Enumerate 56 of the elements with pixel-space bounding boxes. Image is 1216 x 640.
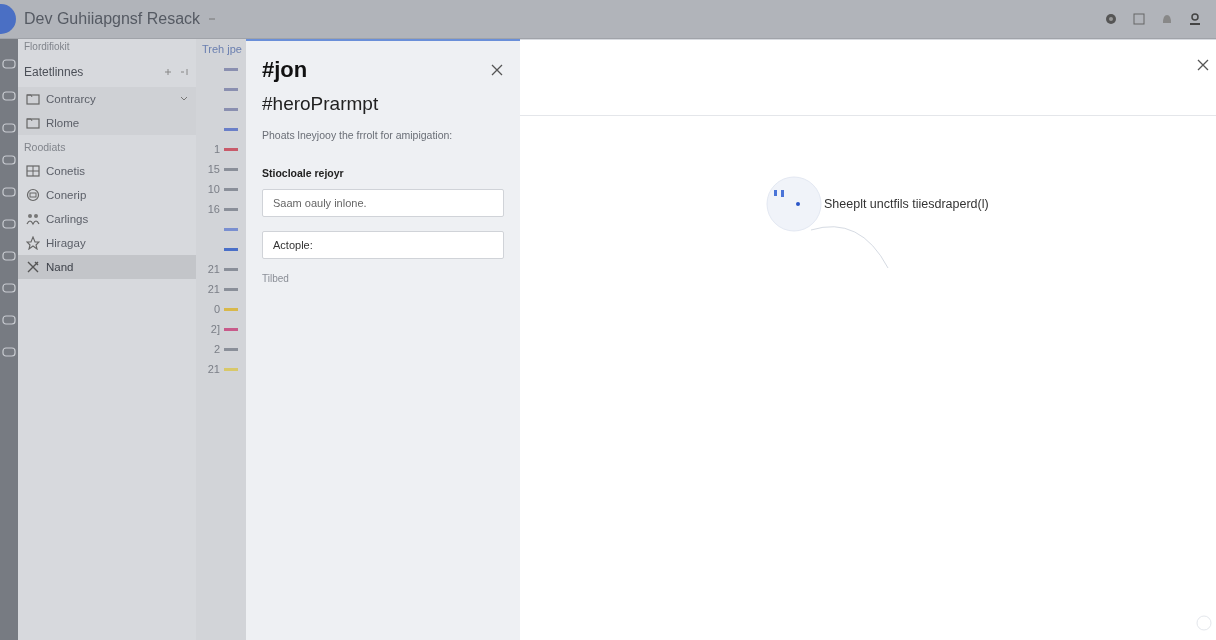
sidebar-item[interactable]: Contrarcy xyxy=(18,87,196,111)
chevron-icon[interactable] xyxy=(180,96,188,102)
grid-icon xyxy=(26,164,40,178)
line-number: 2 xyxy=(212,343,220,355)
close-icon[interactable] xyxy=(1196,58,1210,72)
actions-icon[interactable] xyxy=(164,67,190,77)
nav-icon[interactable] xyxy=(2,121,16,135)
line-number: 21 xyxy=(206,263,220,275)
line-number: 21 xyxy=(206,363,220,375)
app-title: Dev Guhiiapgnsf Resack xyxy=(24,10,201,28)
square-icon[interactable] xyxy=(1132,12,1146,26)
nav-icon[interactable] xyxy=(2,57,16,71)
nav-icon[interactable] xyxy=(2,217,16,231)
line-number: 10 xyxy=(206,183,220,195)
disk-icon xyxy=(26,188,40,202)
sidebar-item[interactable]: Nand xyxy=(18,255,196,279)
status-text: Sheeplt unctfils tiiesdraperd(l) xyxy=(824,197,989,211)
people-icon xyxy=(26,212,40,226)
bell-icon[interactable] xyxy=(1160,12,1174,26)
sidebar-item[interactable]: Rlome xyxy=(18,111,196,135)
panel-title: #jon xyxy=(262,57,308,83)
user-icon[interactable] xyxy=(1188,12,1202,26)
hint-text: Tilbed xyxy=(262,273,290,284)
spinner-drawing xyxy=(766,176,822,232)
line-number: 2] xyxy=(209,323,220,335)
input-field[interactable]: Actople: xyxy=(262,231,504,259)
nav-icon[interactable] xyxy=(2,281,16,295)
sidebar-item[interactable]: Conerip xyxy=(18,183,196,207)
folder-icon xyxy=(26,116,40,130)
line-number: 15 xyxy=(206,163,220,175)
gear-icon[interactable] xyxy=(1104,12,1118,26)
line-number: 1 xyxy=(212,143,220,155)
close-icon[interactable] xyxy=(490,63,504,77)
sidebar-item[interactable]: Hiragay xyxy=(18,231,196,255)
tools-icon xyxy=(26,260,40,274)
field-label: Stiocloale rejoyr xyxy=(262,167,345,179)
nav-icon[interactable] xyxy=(2,345,16,359)
line-number: 21 xyxy=(206,283,220,295)
nav-icon[interactable] xyxy=(2,89,16,103)
input-field[interactable]: Saam oauly inlone. xyxy=(262,189,504,217)
nav-icon[interactable] xyxy=(2,153,16,167)
nav-icon[interactable] xyxy=(2,249,16,263)
sidebar-header: Flordifiokit xyxy=(24,41,70,54)
line-number: 16 xyxy=(206,203,220,215)
line-number: 0 xyxy=(212,303,220,315)
panel-subtitle: #heroPrarmpt xyxy=(262,93,380,115)
section-title: Roodiats xyxy=(24,141,66,153)
star-icon xyxy=(26,236,40,250)
sidebar-item[interactable]: Carlings xyxy=(18,207,196,231)
section-title: Eatetlinnes xyxy=(24,65,84,79)
nav-icon[interactable] xyxy=(2,313,16,327)
nav-icon[interactable] xyxy=(2,185,16,199)
description: Phoats lneyjooy the frrolt for amipigation: xyxy=(262,129,454,141)
sidebar-item[interactable]: Conetis xyxy=(18,159,196,183)
folder-icon xyxy=(26,92,40,106)
editor-title: Treh jpe xyxy=(201,42,243,57)
